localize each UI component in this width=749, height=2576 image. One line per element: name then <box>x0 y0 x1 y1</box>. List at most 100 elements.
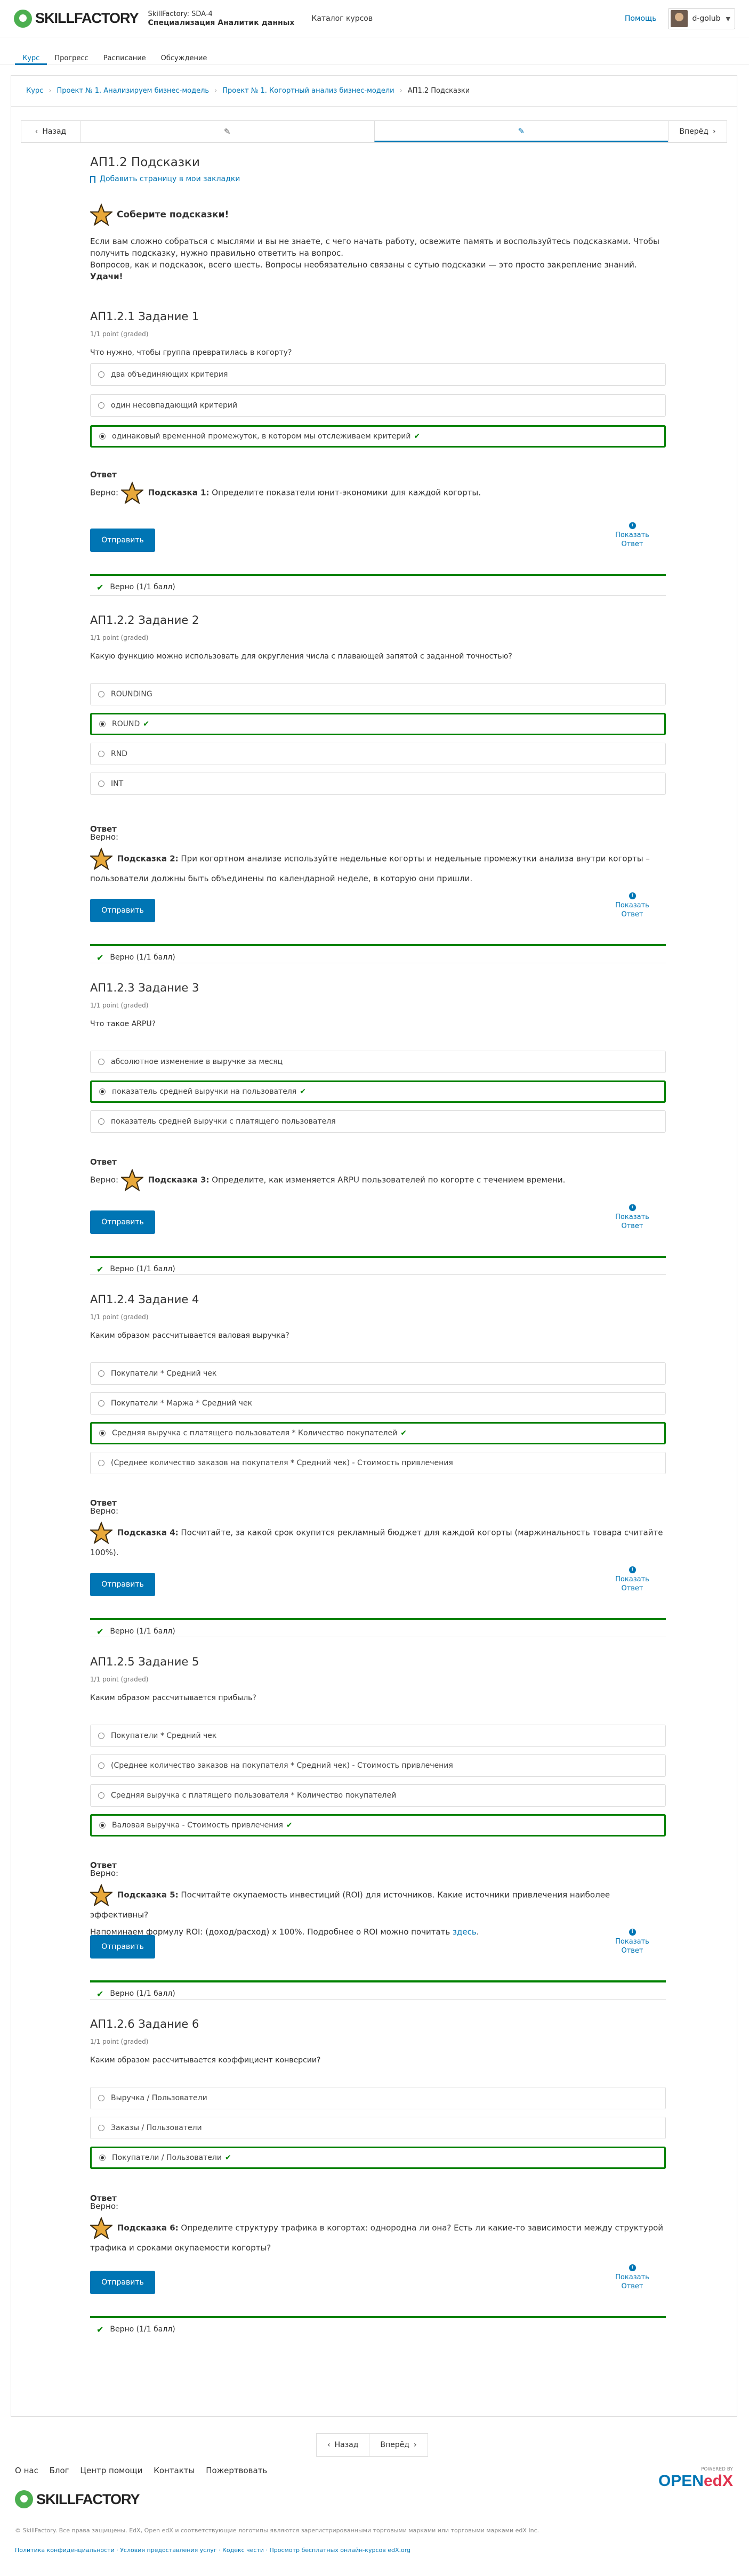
problem-header: АП1.2.2 Задание 2 1/1 point (graded) Как… <box>90 614 666 661</box>
check-icon: ✔ <box>224 2154 231 2162</box>
footer-link-donate[interactable]: Пожертвовать <box>206 2466 267 2475</box>
answer-option[interactable]: Покупатели * Маржа * Средний чек <box>90 1392 666 1415</box>
check-icon: ✔ <box>400 1429 407 1437</box>
submit-button[interactable]: Отправить <box>90 1935 155 1959</box>
sequence-unit-2[interactable]: ✎ <box>374 121 668 142</box>
footer-logo[interactable]: SKILLFACTORY <box>15 2490 140 2508</box>
answer-option[interactable]: Покупатели * Средний чек <box>90 1725 666 1747</box>
status-text: Верно (1/1 балл) <box>110 1265 175 1273</box>
submit-button[interactable]: Отправить <box>90 529 155 552</box>
radio-button[interactable] <box>99 1088 106 1095</box>
radio-button[interactable] <box>98 1762 104 1769</box>
chevron-down-icon: ▼ <box>726 15 730 22</box>
check-icon: ✔ <box>96 582 104 592</box>
tab-course[interactable]: Курс <box>15 37 47 65</box>
answer-option[interactable]: Выручка / Пользователи <box>90 2087 666 2109</box>
answer-option[interactable]: Средняя выручка с платящего пользователя… <box>90 1422 666 1444</box>
radio-button[interactable] <box>98 2095 104 2101</box>
answer-option[interactable]: два объединяющих критерия <box>90 363 666 386</box>
radio-button[interactable] <box>99 1430 106 1436</box>
radio-button[interactable] <box>99 721 106 727</box>
show-answer-button[interactable]: i Показать Ответ <box>614 522 651 549</box>
star-icon <box>89 847 114 871</box>
answer-option[interactable]: Валовая выручка - Стоимость привлечения … <box>90 1814 666 1836</box>
sequence-prev-button[interactable]: ‹ Назад <box>21 121 80 142</box>
radio-button[interactable] <box>99 2155 106 2161</box>
footer-link-blog[interactable]: Блог <box>50 2466 69 2475</box>
bottom-next-button[interactable]: Вперёд › <box>369 2434 427 2456</box>
answer-option[interactable]: Средняя выручка с платящего пользователя… <box>90 1784 666 1807</box>
problem-title: АП1.2.1 Задание 1 <box>90 310 199 323</box>
radio-button[interactable] <box>98 691 104 697</box>
show-answer-button[interactable]: i Показать Ответ <box>614 2264 651 2291</box>
option-label: (Среднее количество заказов на покупател… <box>111 1459 453 1467</box>
radio-button[interactable] <box>98 2125 104 2131</box>
answer-option[interactable]: (Среднее количество заказов на покупател… <box>90 1754 666 1777</box>
user-menu[interactable]: d-golub ▼ <box>668 8 735 29</box>
sequence-next-button[interactable]: Вперёд › <box>668 121 727 142</box>
footer-link-about[interactable]: О нас <box>15 2466 38 2475</box>
submit-button[interactable]: Отправить <box>90 1210 155 1234</box>
answer-option[interactable]: абсолютное изменение в выручке за месяц <box>90 1051 666 1073</box>
answer-option[interactable]: показатель средней выручки с платящего п… <box>90 1110 666 1133</box>
breadcrumb-subsection[interactable]: Проект № 1. Когортный анализ бизнес-моде… <box>222 87 394 95</box>
radio-button[interactable] <box>98 1400 104 1407</box>
show-answer-button[interactable]: i Показать Ответ <box>614 1929 651 1955</box>
tab-progress[interactable]: Прогресс <box>47 37 95 65</box>
answer-option[interactable]: Заказы / Пользователи <box>90 2117 666 2139</box>
answer-option[interactable]: один несовпадающий критерий <box>90 394 666 417</box>
radio-button[interactable] <box>98 1059 104 1065</box>
radio-button[interactable] <box>98 1792 104 1799</box>
catalog-link[interactable]: Каталог курсов <box>311 14 373 23</box>
breadcrumb-separator: › <box>214 87 218 95</box>
radio-button[interactable] <box>98 1733 104 1739</box>
submit-button[interactable]: Отправить <box>90 2271 155 2294</box>
info-icon: i <box>629 1204 636 1211</box>
skillfactory-logo[interactable]: SKILLFACTORY <box>14 9 139 28</box>
sequence-unit-1[interactable]: ✎ <box>80 121 374 142</box>
help-link[interactable]: Помощь <box>625 14 657 23</box>
show-answer-button[interactable]: i Показать Ответ <box>614 892 651 919</box>
radio-button[interactable] <box>98 1460 104 1466</box>
option-label: Покупатели * Средний чек <box>111 1369 217 1378</box>
openedx-logo[interactable]: POWERED BY OPENedX <box>658 2467 733 2490</box>
option-label: абсолютное изменение в выручке за месяц <box>111 1058 283 1066</box>
show-answer-button[interactable]: i Показать Ответ <box>614 1566 651 1593</box>
policy-links[interactable]: Политика конфиденциальности · Условия пр… <box>15 2547 410 2554</box>
check-icon: ✔ <box>96 2324 104 2335</box>
answer-option[interactable]: (Среднее количество заказов на покупател… <box>90 1452 666 1474</box>
tab-schedule[interactable]: Расписание <box>96 37 154 65</box>
answer-option[interactable]: одинаковый временной промежуток, в котор… <box>90 425 666 448</box>
answer-option[interactable]: ROUND ✔ <box>90 713 666 735</box>
radio-button[interactable] <box>98 1118 104 1125</box>
answer-option[interactable]: INT <box>90 773 666 795</box>
radio-button[interactable] <box>98 1370 104 1377</box>
check-icon: ✔ <box>143 720 149 728</box>
tab-discussion[interactable]: Обсуждение <box>154 37 215 65</box>
bookmark-button[interactable]: Добавить страницу в мои закладки <box>90 175 666 183</box>
breadcrumb-course[interactable]: Курс <box>26 87 43 95</box>
status-text: Верно (1/1 балл) <box>110 1989 175 1998</box>
radio-button[interactable] <box>99 1822 106 1829</box>
answer-option[interactable]: ROUNDING <box>90 683 666 705</box>
hint-text: Верно: Подсказка 1: Определите показател… <box>90 481 666 505</box>
breadcrumb-section[interactable]: Проект № 1. Анализируем бизнес-модель <box>57 87 210 95</box>
bottom-prev-button[interactable]: ‹ Назад <box>317 2434 369 2456</box>
answer-option[interactable]: Покупатели * Средний чек <box>90 1362 666 1385</box>
footer-link-contacts[interactable]: Контакты <box>154 2466 195 2475</box>
roi-link[interactable]: здесь <box>453 1927 477 1937</box>
submit-button[interactable]: Отправить <box>90 1573 155 1596</box>
radio-button[interactable] <box>98 371 104 378</box>
radio-button[interactable] <box>98 402 104 409</box>
radio-button[interactable] <box>98 751 104 757</box>
answer-option[interactable]: RND <box>90 743 666 765</box>
answer-option[interactable]: показатель средней выручки на пользовате… <box>90 1080 666 1103</box>
answer-option[interactable]: Покупатели / Пользователи ✔ <box>90 2147 666 2169</box>
radio-button[interactable] <box>98 781 104 787</box>
show-answer-button[interactable]: i Показать Ответ <box>614 1204 651 1231</box>
problem-status: ✔ Верно (1/1 балл) <box>90 2316 666 2341</box>
radio-button[interactable] <box>99 433 106 440</box>
footer-link-help[interactable]: Центр помощи <box>80 2466 142 2475</box>
logo-wordmark: SKILLFACTORY <box>35 10 139 26</box>
submit-button[interactable]: Отправить <box>90 899 155 922</box>
